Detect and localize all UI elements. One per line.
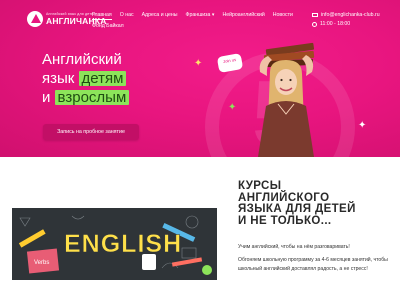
course-title-line: ЯЗЫКА ДЛЯ ДЕТЕЙ: [238, 203, 356, 215]
secondary-nav: Фонд Байкал: [92, 23, 124, 29]
trial-lesson-button[interactable]: Запись на пробное занятие: [43, 124, 139, 140]
course-title-line: И НЕ ТОЛЬКО...: [238, 214, 332, 227]
book-label: Verbs: [34, 260, 49, 266]
nav-item-franchise[interactable]: Франшиза ▾: [186, 12, 215, 20]
contact-email[interactable]: info@englichanka-club.ru: [321, 11, 380, 20]
mail-icon: [312, 13, 318, 18]
girl-photo: [258, 42, 315, 157]
logo-icon: [27, 11, 43, 27]
nav-item-neuro[interactable]: Нейроанглийский: [222, 12, 264, 20]
contact-block: info@englichanka-club.ru 11:00 - 18:00: [312, 11, 380, 29]
nav-item-home[interactable]: Главная: [92, 12, 112, 20]
course-title-line: КУРСЫ: [238, 180, 282, 192]
main-nav: Главная О нас Адреса и цены Франшиза ▾ Н…: [92, 12, 293, 20]
headline-line-3: и: [42, 89, 55, 106]
headline-line-1: Английский: [42, 51, 122, 68]
hero-banner: 5 ✦ ✦ ✦ Английский язык для детей АНГЛИЧ…: [0, 0, 400, 157]
nav-item-about[interactable]: О нас: [120, 12, 134, 20]
course-paragraph-1: Учим английский, чтобы на нём разговарив…: [238, 244, 350, 250]
nav-item-news[interactable]: Новости: [273, 12, 293, 20]
headline-line-2: язык: [42, 70, 79, 87]
clock-icon: [312, 21, 317, 27]
star-icon: ✦: [358, 120, 367, 131]
chevron-down-icon: ▾: [211, 12, 215, 18]
nav-item-fund[interactable]: Фонд Байкал: [92, 23, 124, 29]
course-paragraph-2: Обгоняем школьную программу за 4-6 месяц…: [238, 257, 388, 272]
hero-headline: Английский язык детям и взрослым: [42, 50, 130, 107]
headline-highlight-adults: взрослым: [54, 90, 130, 105]
star-icon: ✦: [194, 58, 203, 69]
course-title: КУРСЫ АНГЛИЙСКОГО ЯЗЫКА ДЛЯ ДЕТЕЙ И НЕ Т…: [238, 180, 356, 227]
contact-hours: 11:00 - 18:00: [320, 20, 351, 27]
english-word: ENGLISH: [64, 230, 182, 258]
nav-item-addresses[interactable]: Адреса и цены: [142, 12, 178, 20]
headline-highlight-kids: детям: [78, 71, 127, 86]
nav-item-franchise-label: Франшиза: [185, 12, 211, 18]
english-promo-image: Verbs ENGLISH: [12, 208, 217, 280]
